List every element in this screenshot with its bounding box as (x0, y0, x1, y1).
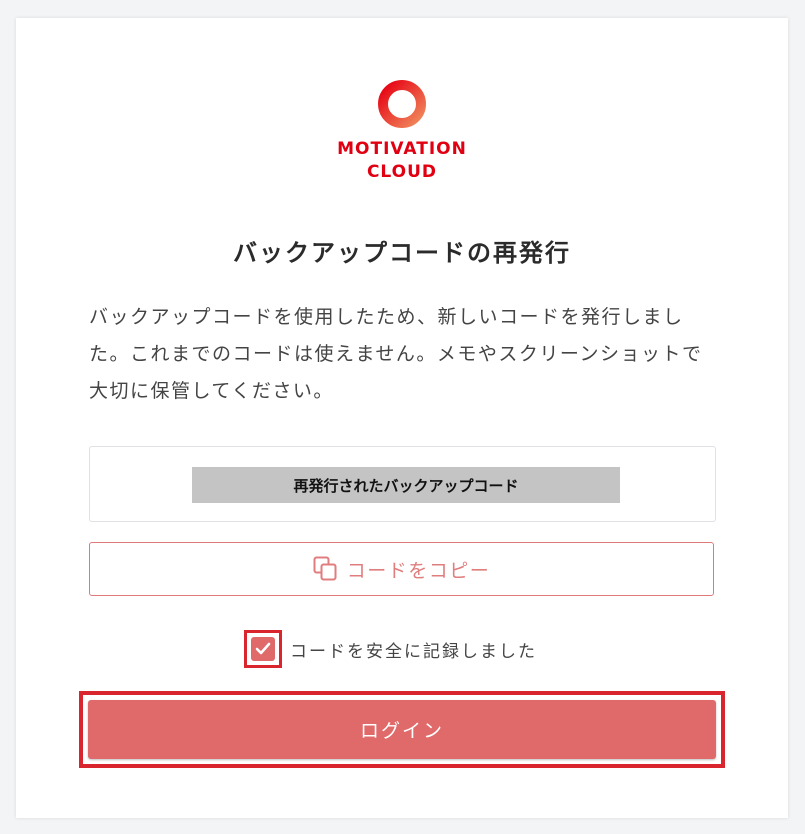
reissue-card: MOTIVATION CLOUD バックアップコードの再発行 バックアップコード… (16, 18, 788, 818)
logo-line-1: MOTIVATION (337, 139, 467, 159)
backup-code-box: 再発行されたバックアップコード (89, 446, 716, 522)
login-button[interactable]: ログイン (88, 700, 716, 759)
confirm-saved-label[interactable]: コードを安全に記録しました (290, 637, 537, 662)
motivation-cloud-logo: MOTIVATION CLOUD (16, 78, 788, 184)
page-description: バックアップコードを使用したため、新しいコードを発行しました。これまでのコードは… (89, 306, 703, 402)
confirm-saved-row: コードを安全に記録しました (244, 630, 537, 668)
copy-icon (313, 556, 337, 581)
logo-text: MOTIVATION CLOUD (16, 138, 788, 184)
confirm-saved-checkbox[interactable] (244, 630, 282, 668)
login-button-highlight: ログイン (79, 691, 725, 768)
logo-ring-icon (378, 80, 426, 128)
logo-line-2: CLOUD (366, 162, 438, 182)
copy-code-button[interactable]: コードをコピー (89, 542, 714, 596)
checkmark-icon (255, 642, 271, 655)
backup-code-value: 再発行されたバックアップコード (192, 467, 620, 503)
page-title: バックアップコードの再発行 (233, 239, 571, 267)
checkbox-checked (251, 637, 275, 661)
copy-code-label: コードをコピー (346, 559, 491, 582)
